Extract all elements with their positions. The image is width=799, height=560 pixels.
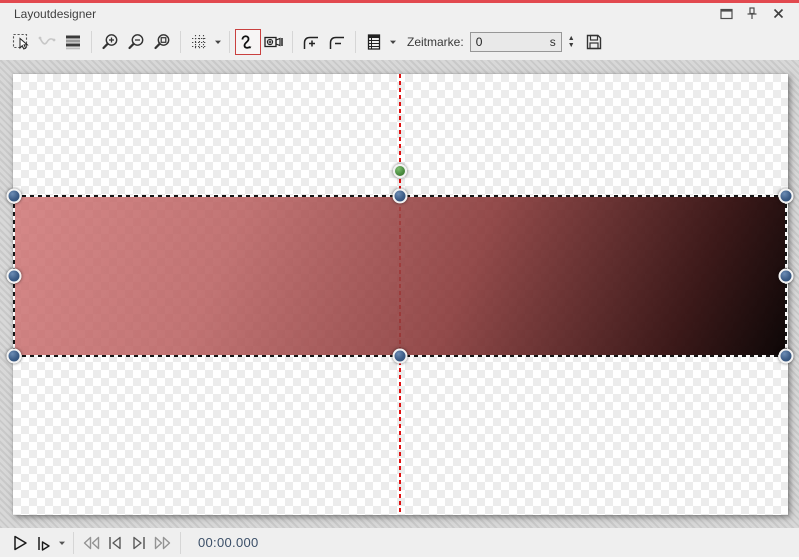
play-from-button[interactable] bbox=[32, 531, 56, 555]
curve-add-icon bbox=[301, 32, 321, 52]
playbar-separator bbox=[73, 532, 74, 554]
zoom-in-icon bbox=[100, 32, 120, 52]
layer-stack-button[interactable] bbox=[60, 29, 86, 55]
selection-handle-top-left[interactable] bbox=[7, 189, 22, 204]
skip-end-button[interactable] bbox=[127, 531, 151, 555]
curve-path-icon bbox=[238, 32, 258, 52]
zeitmarke-unit: s bbox=[550, 35, 556, 49]
skip-end-icon bbox=[129, 533, 149, 553]
play-from-dropdown-icon bbox=[58, 539, 66, 547]
time-display: 00:00.000 bbox=[198, 535, 259, 550]
keyframe-table-icon bbox=[364, 32, 384, 52]
toolbar-separator bbox=[292, 31, 293, 53]
play-from-dropdown-button[interactable] bbox=[56, 530, 68, 556]
zoom-in-button[interactable] bbox=[97, 29, 123, 55]
selected-gradient-object[interactable] bbox=[14, 196, 786, 356]
selection-handle-middle-right[interactable] bbox=[779, 269, 794, 284]
zeitmarke-spinner: ▲ ▼ bbox=[566, 35, 577, 49]
grid-dropdown-button[interactable] bbox=[212, 29, 224, 55]
zoom-out-icon bbox=[126, 32, 146, 52]
toolbar: Zeitmarke: s ▲ ▼ bbox=[0, 24, 799, 60]
workspace-background bbox=[0, 60, 799, 528]
toolbar-separator bbox=[229, 31, 230, 53]
design-canvas[interactable] bbox=[13, 74, 788, 515]
zeitmarke-input[interactable] bbox=[476, 35, 546, 49]
curve-remove-icon bbox=[327, 32, 347, 52]
zeitmarke-field[interactable]: s bbox=[470, 32, 562, 52]
layer-stack-icon bbox=[63, 32, 83, 52]
zeitmarke-label: Zeitmarke: bbox=[407, 35, 464, 49]
close-icon bbox=[773, 8, 784, 19]
playbar-separator bbox=[180, 532, 181, 554]
keyframe-table-button[interactable] bbox=[361, 29, 387, 55]
zoom-fit-button[interactable] bbox=[149, 29, 175, 55]
selection-handle-top-center[interactable] bbox=[393, 189, 408, 204]
zoom-out-button[interactable] bbox=[123, 29, 149, 55]
titlebar-controls bbox=[717, 6, 799, 22]
playback-bar: 00:00.000 bbox=[0, 528, 799, 560]
play-icon bbox=[10, 533, 30, 553]
select-tool-icon bbox=[11, 32, 31, 52]
selection-handle-middle-left[interactable] bbox=[7, 269, 22, 284]
rewind-button[interactable] bbox=[79, 531, 103, 555]
save-icon bbox=[584, 32, 604, 52]
keyframe-table-dropdown-button[interactable] bbox=[387, 29, 399, 55]
spin-up-icon[interactable]: ▲ bbox=[566, 35, 577, 42]
toolbar-separator bbox=[91, 31, 92, 53]
fast-forward-icon bbox=[152, 533, 174, 553]
grid-icon bbox=[189, 32, 209, 52]
pin-icon bbox=[746, 7, 758, 20]
play-from-icon bbox=[34, 533, 54, 553]
gradient-fill bbox=[14, 196, 786, 356]
skip-start-button[interactable] bbox=[103, 531, 127, 555]
pin-button[interactable] bbox=[743, 6, 761, 22]
rewind-icon bbox=[80, 533, 102, 553]
window-title: Layoutdesigner bbox=[14, 7, 96, 21]
fast-forward-button[interactable] bbox=[151, 531, 175, 555]
skip-start-icon bbox=[105, 533, 125, 553]
curve-remove-button[interactable] bbox=[324, 29, 350, 55]
toolbar-separator bbox=[180, 31, 181, 53]
select-tool-button[interactable] bbox=[8, 29, 34, 55]
titlebar[interactable]: Layoutdesigner bbox=[0, 3, 799, 24]
camera-button[interactable] bbox=[261, 29, 287, 55]
zoom-fit-icon bbox=[152, 32, 172, 52]
maximize-button[interactable] bbox=[717, 6, 735, 22]
layoutdesigner-window: Layoutdesigner bbox=[0, 0, 799, 560]
selection-handle-bottom-right[interactable] bbox=[779, 349, 794, 364]
selection-handle-bottom-left[interactable] bbox=[7, 349, 22, 364]
selection-handle-bottom-center[interactable] bbox=[393, 349, 408, 364]
play-button[interactable] bbox=[8, 531, 32, 555]
rotation-handle[interactable] bbox=[393, 164, 407, 178]
grid-button[interactable] bbox=[186, 29, 212, 55]
curve-smooth-button[interactable] bbox=[34, 29, 60, 55]
curve-add-button[interactable] bbox=[298, 29, 324, 55]
spin-down-icon[interactable]: ▼ bbox=[566, 42, 577, 49]
maximize-icon bbox=[720, 8, 733, 20]
selection-handle-top-right[interactable] bbox=[779, 189, 794, 204]
curve-smooth-icon bbox=[37, 32, 57, 52]
close-button[interactable] bbox=[769, 6, 787, 22]
camera-icon bbox=[263, 32, 285, 52]
toolbar-separator bbox=[355, 31, 356, 53]
keyframe-table-dropdown-icon bbox=[389, 38, 397, 46]
grid-dropdown-icon bbox=[214, 38, 222, 46]
curve-path-button[interactable] bbox=[235, 29, 261, 55]
save-button[interactable] bbox=[581, 29, 607, 55]
